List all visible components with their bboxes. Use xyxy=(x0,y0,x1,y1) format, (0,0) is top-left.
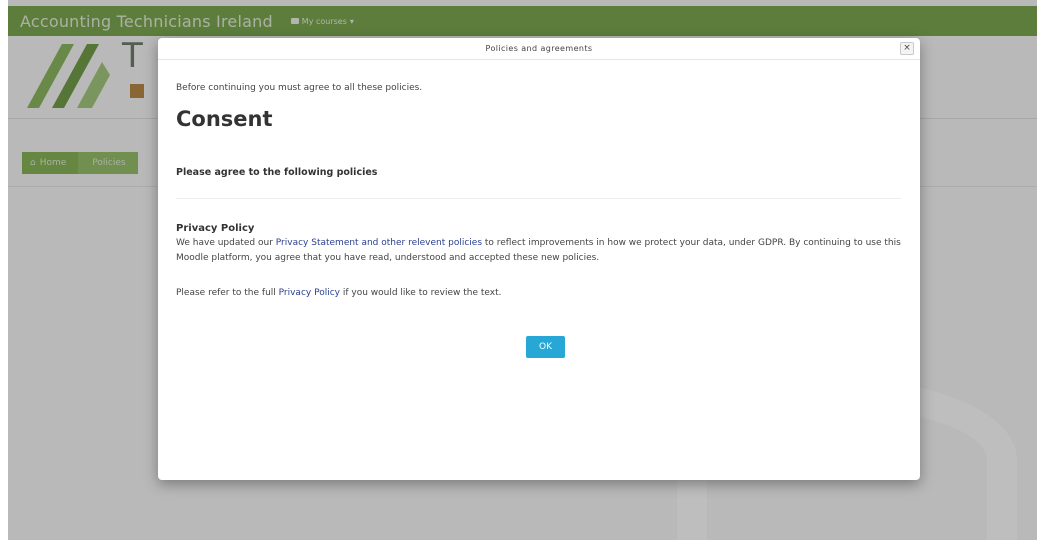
ok-button[interactable]: OK xyxy=(526,336,565,358)
refer-before: Please refer to the full xyxy=(176,288,279,298)
refer-after: if you would like to review the text. xyxy=(339,288,502,298)
intro-text: Before continuing you must agree to all … xyxy=(176,83,423,93)
policy-summary: We have updated our Privacy Statement an… xyxy=(176,236,901,266)
policies-dialog: Policies and agreements × Before continu… xyxy=(158,38,920,480)
dialog-body: Before continuing you must agree to all … xyxy=(158,60,920,358)
dialog-footer: OK xyxy=(176,336,901,358)
dialog-header: Policies and agreements × xyxy=(158,38,920,60)
privacy-statement-link[interactable]: Privacy Statement and other relevent pol… xyxy=(276,238,482,248)
policy-title: Privacy Policy xyxy=(176,223,255,234)
policy-text-before: We have updated our xyxy=(176,238,276,248)
close-button[interactable]: × xyxy=(900,42,914,55)
page: Accounting Technicians Ireland My course… xyxy=(8,0,1037,540)
section-divider xyxy=(176,198,901,199)
refer-text: Please refer to the full Privacy Policy … xyxy=(176,288,901,298)
consent-heading: Consent xyxy=(176,107,273,131)
privacy-policy-link[interactable]: Privacy Policy xyxy=(279,288,340,298)
dialog-title: Policies and agreements xyxy=(485,44,593,53)
agree-heading: Please agree to the following policies xyxy=(176,167,378,178)
